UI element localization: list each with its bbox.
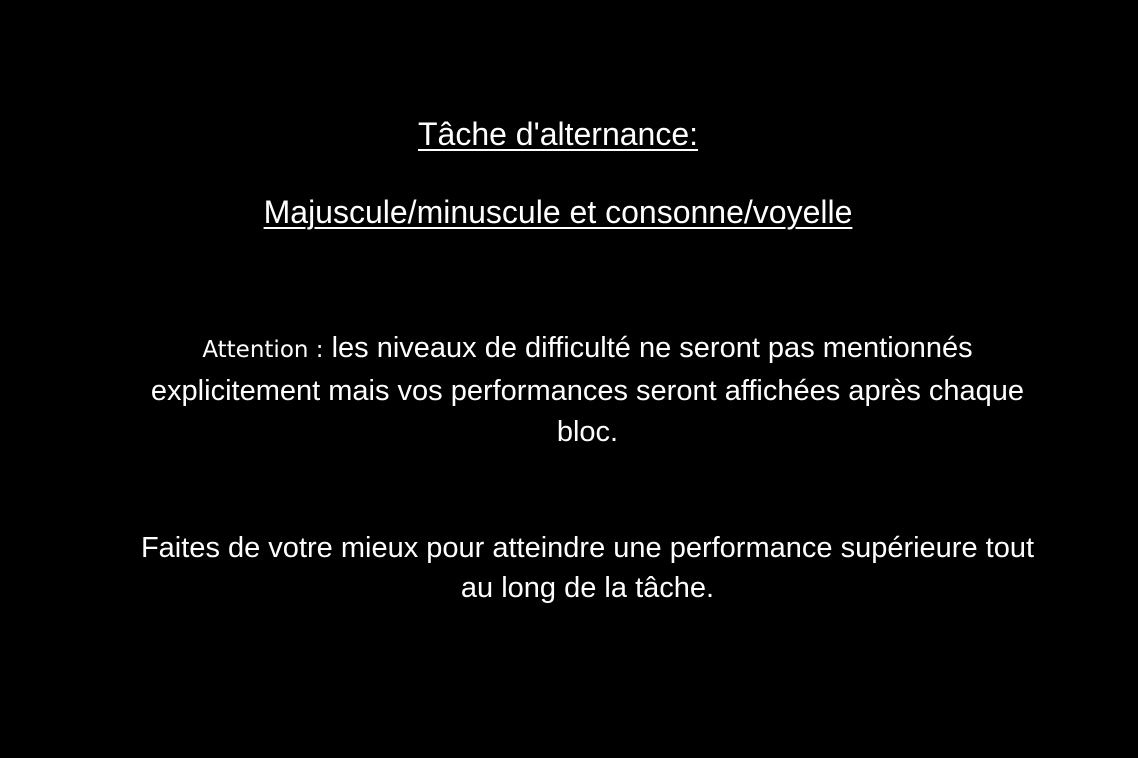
task-title: Tâche d'alternance: (417, 116, 699, 152)
attention-label: Attention : (202, 337, 324, 363)
attention-paragraph: Attention : les niveaux de difficulté ne… (130, 328, 1045, 453)
encouragement-paragraph: Faites de votre mieux pour atteindre une… (140, 532, 1035, 604)
instruction-screen: Tâche d'alternance: Majuscule/minuscule … (0, 0, 1138, 758)
task-subtitle: Majuscule/minuscule et consonne/voyelle (263, 194, 853, 230)
